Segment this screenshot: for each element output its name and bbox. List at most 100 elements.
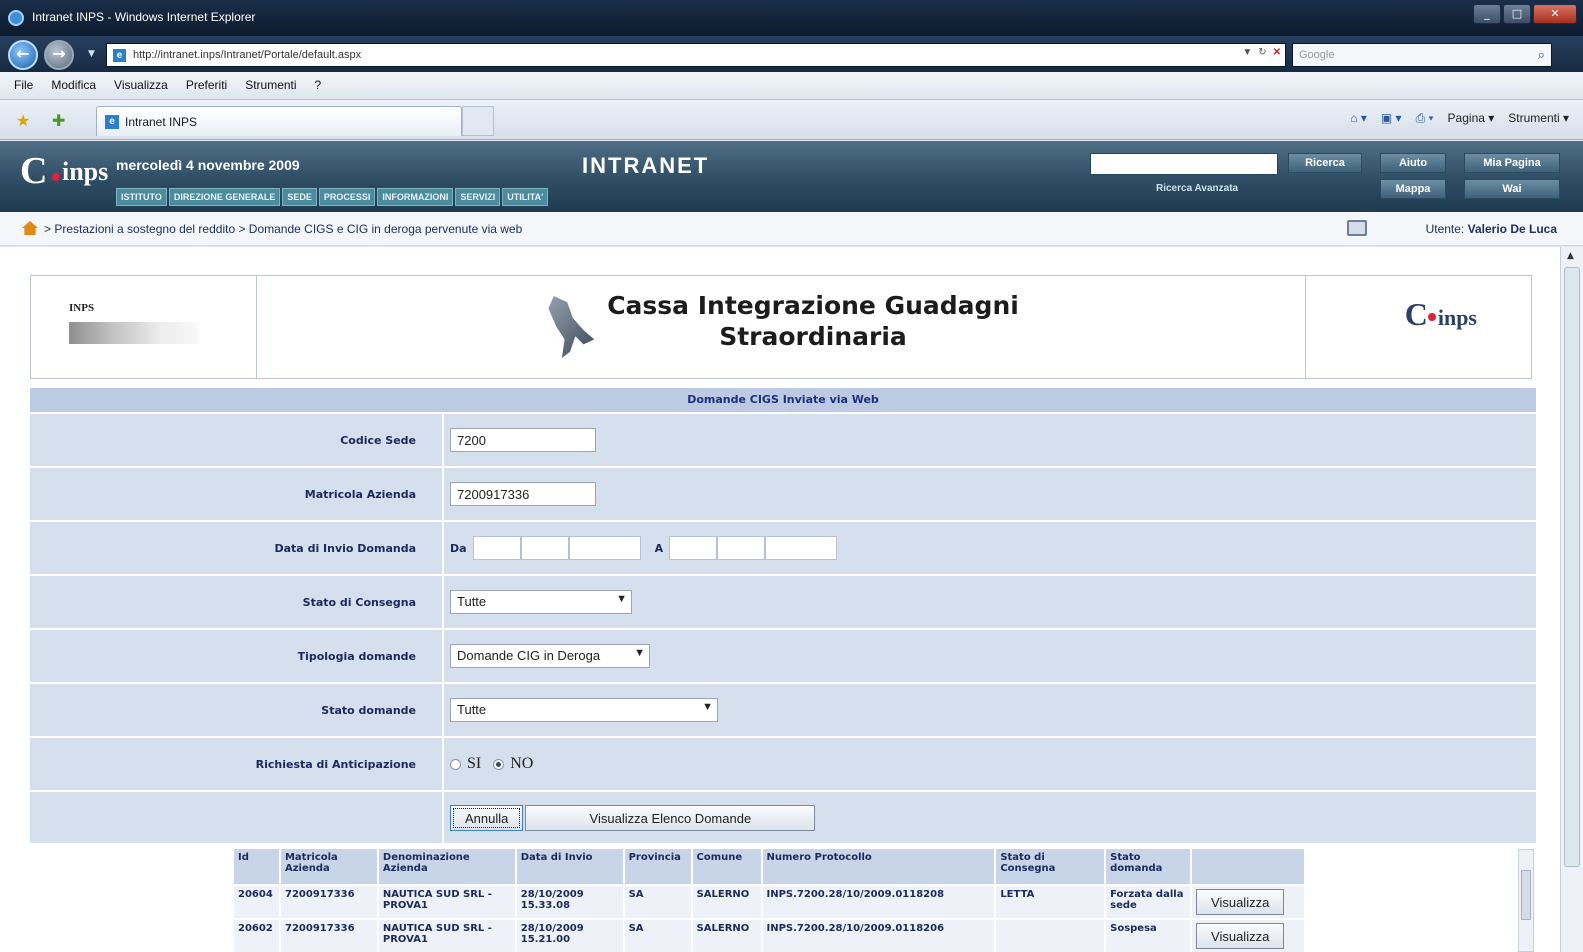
matricola-label: Matricola Azienda [304, 487, 416, 501]
visualizza-elenco-button[interactable]: Visualizza Elenco Domande [525, 805, 816, 831]
visualizza-button[interactable]: Visualizza [1196, 889, 1285, 915]
mia-pagina-button[interactable]: Mia Pagina [1464, 153, 1560, 173]
search-form: Domande CIGS Inviate via Web Codice Sede… [30, 388, 1536, 844]
table-row: 20602 7200917336 NAUTICA SUD SRL - PROVA… [234, 918, 1306, 952]
maximize-button[interactable]: □ [1503, 4, 1531, 24]
search-placeholder: Google [1299, 49, 1335, 61]
cell-matricola: 7200917336 [279, 918, 379, 952]
address-input[interactable]: e http://intranet.inps/Intranet/Portale/… [106, 43, 1286, 67]
window-titlebar: Intranet INPS - Windows Internet Explore… [0, 0, 1583, 36]
back-button[interactable]: ← [8, 40, 38, 70]
search-icon[interactable]: ⌕ [1538, 47, 1545, 63]
annulla-button[interactable]: Annulla [450, 805, 524, 831]
window-controls: _ □ ✕ [1473, 4, 1577, 24]
radio-no-circle[interactable] [493, 758, 505, 770]
results-scrollbar[interactable] [1518, 849, 1534, 952]
nav-processi[interactable]: PROCESSI [318, 188, 376, 206]
page-menu[interactable]: Pagina ▾ [1448, 111, 1495, 126]
table-row: 20604 7200917336 NAUTICA SUD SRL - PROVA… [234, 884, 1306, 919]
address-dropdown-icon[interactable]: ▼ [1242, 47, 1252, 58]
tipologia-select[interactable]: Domande CIG in Deroga ▼ [450, 644, 650, 668]
wai-button[interactable]: Wai [1464, 179, 1560, 199]
a-month-input[interactable] [717, 536, 766, 560]
page-scrollbar[interactable]: ▲ [1560, 247, 1583, 952]
cell-denominazione: NAUTICA SUD SRL - PROVA1 [377, 884, 517, 919]
chevron-down-icon: ▼ [634, 647, 645, 659]
radio-si-circle[interactable] [450, 758, 461, 770]
header-date: mercoledì 4 novembre 2009 [116, 157, 300, 173]
new-tab-button[interactable] [462, 106, 494, 136]
stato-domande-select[interactable]: Tutte ▼ [450, 698, 718, 722]
print-icon[interactable]: ⎙ ▾ [1416, 111, 1434, 126]
cell-protocollo: INPS.7200.28/10/2009.0118208 [761, 884, 997, 919]
refresh-icon[interactable]: ↻ [1258, 47, 1266, 58]
close-button[interactable]: ✕ [1533, 4, 1577, 24]
cell-comune: SALERNO [691, 884, 763, 919]
ricerca-button[interactable]: Ricerca [1288, 153, 1362, 173]
back-arrow-icon: ← [16, 44, 30, 63]
col-actions [1191, 849, 1306, 885]
menu-visualizza[interactable]: Visualizza [114, 78, 168, 92]
stop-icon[interactable]: ✕ [1273, 47, 1281, 58]
codice-sede-input[interactable] [450, 428, 596, 452]
a-day-input[interactable] [669, 536, 718, 560]
cell-data-invio: 28/10/2009 15.33.08 [515, 884, 625, 919]
feeds-icon[interactable]: ▣ ▾ [1381, 111, 1402, 126]
a-year-input[interactable] [765, 536, 838, 560]
aiuto-button[interactable]: Aiuto [1380, 153, 1446, 173]
einps-logo[interactable]: Cinps [14, 149, 108, 203]
nav-istituto[interactable]: ISTITUTO [116, 188, 167, 206]
tab-label: Intranet INPS [125, 115, 198, 129]
data-invio-label: Data di Invio Domanda [274, 541, 417, 555]
tab-page-icon: e [105, 115, 119, 129]
menu-preferiti[interactable]: Preferiti [186, 78, 227, 92]
header-search-input[interactable] [1090, 153, 1278, 175]
radio-no[interactable]: NO [493, 755, 533, 773]
menu-file[interactable]: File [14, 78, 33, 92]
visualizza-button[interactable]: Visualizza [1196, 923, 1285, 949]
history-dropdown[interactable]: ▼ [88, 49, 95, 59]
scroll-up-icon[interactable]: ▲ [1567, 251, 1574, 261]
menu-modifica[interactable]: Modifica [51, 78, 96, 92]
mappa-button[interactable]: Mappa [1380, 179, 1446, 199]
anticipazione-label: Richiesta di Anticipazione [255, 757, 416, 771]
user-label: Utente: [1425, 222, 1465, 236]
nav-sede[interactable]: SEDE [282, 188, 317, 206]
menu-strumenti[interactable]: Strumenti [245, 78, 296, 92]
tab-intranet-inps[interactable]: e Intranet INPS [96, 106, 462, 136]
da-day-input[interactable] [472, 536, 521, 560]
nav-servizi[interactable]: SERVIZI [455, 188, 501, 206]
add-favorite-icon[interactable]: ✚ [52, 111, 65, 130]
inps-header: Cinps mercoledì 4 novembre 2009 INTRANET… [0, 141, 1583, 212]
ricerca-avanzata-link[interactable]: Ricerca Avanzata [1156, 183, 1238, 194]
stato-consegna-select[interactable]: Tutte ▼ [450, 590, 632, 614]
col-comune: Comune [691, 849, 763, 885]
cell-protocollo: INPS.7200.28/10/2009.0118206 [761, 918, 997, 952]
da-year-input[interactable] [568, 536, 641, 560]
home-icon[interactable] [22, 221, 38, 235]
radio-si[interactable]: SI [450, 755, 481, 773]
cell-stato-consegna [995, 918, 1107, 952]
home-icon[interactable]: ⌂ ▾ [1350, 111, 1367, 126]
page-content: INPS Cassa Integrazione Guadagni Straord… [0, 247, 1560, 952]
tools-menu[interactable]: Strumenti ▾ [1508, 111, 1569, 126]
search-input[interactable]: Google ⌕ [1292, 43, 1552, 67]
nav-informazioni[interactable]: INFORMAZIONI [377, 188, 454, 206]
printer-icon[interactable] [1347, 220, 1367, 236]
breadcrumb: > Prestazioni a sostegno del reddito > D… [0, 212, 1583, 246]
url-text: http://intranet.inps/Intranet/Portale/de… [133, 49, 362, 61]
breadcrumb-path[interactable]: > Prestazioni a sostegno del reddito > D… [44, 222, 522, 236]
nav-utilita[interactable]: UTILITA' [502, 188, 549, 206]
cell-provincia: SA [623, 918, 693, 952]
nav-direzione-generale[interactable]: DIREZIONE GENERALE [168, 188, 281, 206]
favorites-star-icon[interactable]: ★ [16, 111, 30, 130]
results-scroll-thumb[interactable] [1521, 870, 1531, 920]
menu-help[interactable]: ? [315, 78, 322, 92]
forward-arrow-icon: → [52, 44, 66, 63]
da-label: Da [450, 541, 467, 555]
matricola-input[interactable] [450, 482, 596, 506]
page-scroll-thumb[interactable] [1564, 267, 1580, 867]
da-month-input[interactable] [520, 536, 569, 560]
minimize-button[interactable]: _ [1473, 4, 1501, 24]
forward-button[interactable]: → [44, 40, 74, 70]
